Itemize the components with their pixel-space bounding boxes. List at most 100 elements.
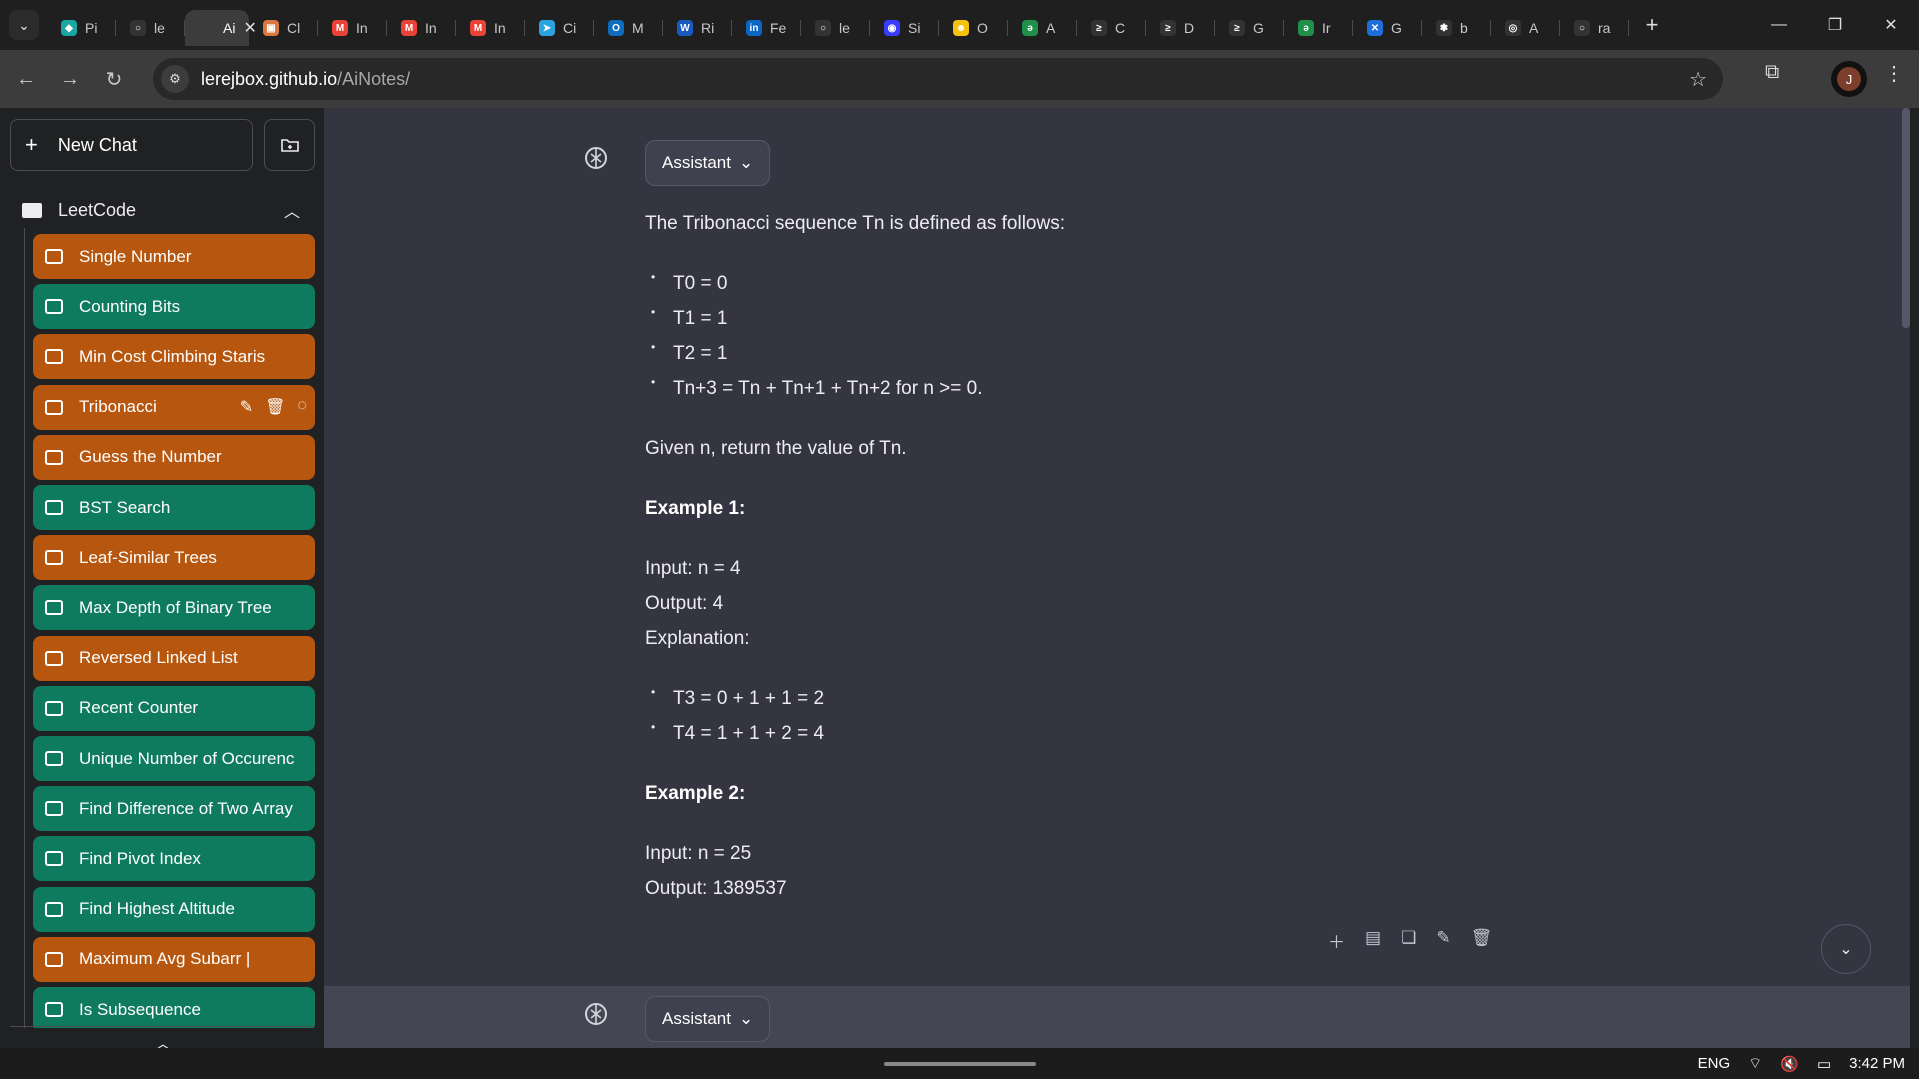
new-chat-button[interactable]: + New Chat — [10, 119, 253, 171]
conversation-item[interactable]: Leaf-Similar Trees — [33, 535, 315, 581]
browser-tab[interactable]: ❃ b — [1422, 10, 1491, 46]
home-indicator[interactable] — [884, 1062, 1036, 1066]
browser-tab[interactable]: ≥ D — [1146, 10, 1215, 46]
chevron-up-icon[interactable]: ︿ — [284, 198, 300, 222]
minimize-icon[interactable]: — — [1751, 0, 1807, 50]
restore-icon[interactable]: ❐ — [1807, 0, 1863, 50]
browser-tab[interactable]: ◎ A — [1491, 10, 1560, 46]
favicon-icon: ❃ — [1436, 20, 1452, 36]
browser-tab[interactable]: ◉ Si — [870, 10, 939, 46]
browser-tab[interactable]: ◆ Pi — [47, 10, 116, 46]
browser-tab[interactable]: ▣ Cl — [249, 10, 318, 46]
tab-title: In — [494, 20, 506, 36]
reload-icon[interactable]: ↻ — [96, 61, 132, 97]
browser-tab[interactable]: ○ ra — [1560, 10, 1629, 46]
favicon-icon: M — [470, 20, 486, 36]
favicon-icon: ǝ — [1022, 20, 1038, 36]
browser-tab[interactable]: ✕ G — [1353, 10, 1422, 46]
favicon-icon: ◎ — [1505, 20, 1521, 36]
sidebar-divider — [10, 1026, 314, 1027]
browser-tab[interactable]: M In — [456, 10, 525, 46]
new-folder-button[interactable] — [264, 119, 315, 171]
conversation-item[interactable]: Is Subsequence — [33, 987, 315, 1028]
tab-title: ra — [1598, 20, 1611, 36]
forward-icon[interactable]: → — [52, 61, 88, 97]
browser-tab[interactable]: ○ le — [116, 10, 185, 46]
volume-muted-icon[interactable]: 🔇 — [1780, 1055, 1799, 1073]
favicon-icon: O — [608, 20, 624, 36]
tab-title: Ai — [223, 20, 236, 36]
edit-icon[interactable]: ✎ — [1436, 928, 1450, 953]
conversation-item[interactable]: Find Difference of Two Array — [33, 786, 315, 832]
language-indicator[interactable]: ENG — [1698, 1055, 1731, 1072]
site-info-icon[interactable]: ⚙ — [161, 65, 189, 93]
color-palette-icon[interactable]: ◌ — [297, 397, 307, 417]
browser-tab[interactable]: ☻ O — [939, 10, 1008, 46]
plus-icon[interactable]: ＋ — [1328, 928, 1345, 953]
clipboard-icon[interactable]: ❏ — [1401, 928, 1416, 953]
conversation-item[interactable]: Min Cost Climbing Staris — [33, 334, 315, 380]
browser-tab[interactable]: OM — [594, 10, 663, 46]
conversation-item[interactable]: Find Highest Altitude — [33, 886, 315, 932]
clock[interactable]: 3:42 PM — [1849, 1055, 1905, 1072]
chat-bubble-icon — [45, 751, 63, 766]
conversation-item[interactable]: Counting Bits — [33, 284, 315, 330]
conversation-item[interactable]: Max Depth of Binary Tree — [33, 585, 315, 631]
browser-menu-icon[interactable]: ⋮ — [1884, 61, 1904, 86]
browser-tab[interactable]: ○ le — [801, 10, 870, 46]
browser-tab[interactable]: M In — [318, 10, 387, 46]
role-select-button[interactable]: Assistant ⌄ — [645, 140, 771, 186]
wifi-icon[interactable]: ⌔ — [1748, 1054, 1762, 1073]
conversation-item[interactable]: Tribonacci ✎ 🗑 ◌ — [33, 384, 315, 430]
tab-search-button[interactable]: ⌄ — [9, 10, 39, 40]
extensions-icon[interactable]: ⧉ — [1765, 61, 1779, 84]
back-icon[interactable]: ← — [8, 61, 44, 97]
openai-logo-icon — [585, 147, 607, 169]
browser-tab[interactable]: ≥ C — [1077, 10, 1146, 46]
scroll-to-bottom-button[interactable]: ⌄ — [1821, 924, 1871, 974]
trash-icon[interactable]: 🗑 — [1471, 928, 1493, 953]
export-file-icon[interactable]: ▤ — [1365, 928, 1381, 953]
profile-initial: J — [1837, 67, 1861, 91]
url-text[interactable]: lerejbox.github.io/AiNotes/ — [201, 69, 410, 90]
profile-avatar[interactable]: J — [1831, 61, 1867, 97]
scrollbar[interactable] — [1902, 108, 1910, 328]
conversation-item[interactable]: Find Pivot Index — [33, 836, 315, 882]
conversation-item[interactable]: Maximum Avg Subarr | — [33, 936, 315, 982]
list-item: T1 = 1 — [645, 295, 1545, 336]
browser-tab[interactable]: ➤ Ci — [525, 10, 594, 46]
conversation-item[interactable]: Reversed Linked List — [33, 635, 315, 681]
browser-tab[interactable]: M In — [387, 10, 456, 46]
browser-tab[interactable]: ǝ Ir — [1284, 10, 1353, 46]
conversation-item[interactable]: Single Number — [33, 234, 315, 279]
conversation-item[interactable]: Unique Number of Occurenc — [33, 736, 315, 781]
conversation-title: Find Pivot Index — [79, 848, 201, 868]
tab-title: Fe — [770, 20, 787, 36]
browser-tab[interactable]: Ai ✕ — [185, 10, 257, 46]
conversation-item[interactable]: BST Search — [33, 485, 315, 530]
chat-bubble-icon — [45, 1002, 63, 1017]
conversation-item[interactable]: Recent Counter — [33, 685, 315, 731]
new-tab-button[interactable]: + — [1637, 10, 1667, 40]
conversation-item[interactable]: Guess the Number — [33, 434, 315, 480]
tab-title: Pi — [85, 20, 98, 36]
bookmark-star-icon[interactable]: ☆ — [1689, 67, 1707, 92]
role-select-button[interactable]: Assistant ⌄ — [645, 996, 771, 1042]
browser-tab[interactable]: ≥ G — [1215, 10, 1284, 46]
folder-leetcode[interactable]: LeetCode ︿ — [22, 192, 312, 228]
edit-icon[interactable]: ✎ — [240, 397, 253, 417]
conversation-title: Maximum Avg Subarr | — [79, 949, 251, 969]
browser-tab[interactable]: in Fe — [732, 10, 801, 46]
conversation-title: Tribonacci — [79, 397, 157, 417]
trash-icon[interactable]: 🗑 — [265, 397, 285, 417]
conversation-title: Find Highest Altitude — [79, 899, 235, 919]
battery-icon[interactable]: ▭ — [1817, 1055, 1831, 1073]
browser-tab[interactable]: ǝA — [1008, 10, 1077, 46]
conversation-title: Guess the Number — [79, 447, 222, 467]
url-host: lerejbox.github.io — [201, 68, 338, 89]
favicon-icon: ≥ — [1091, 20, 1107, 36]
address-bar[interactable]: ⚙ lerejbox.github.io/AiNotes/ ☆ — [153, 58, 1723, 100]
example-1-explanation: Explanation: — [645, 628, 750, 649]
browser-tab[interactable]: W Ri — [663, 10, 732, 46]
close-window-icon[interactable]: ✕ — [1863, 0, 1919, 50]
